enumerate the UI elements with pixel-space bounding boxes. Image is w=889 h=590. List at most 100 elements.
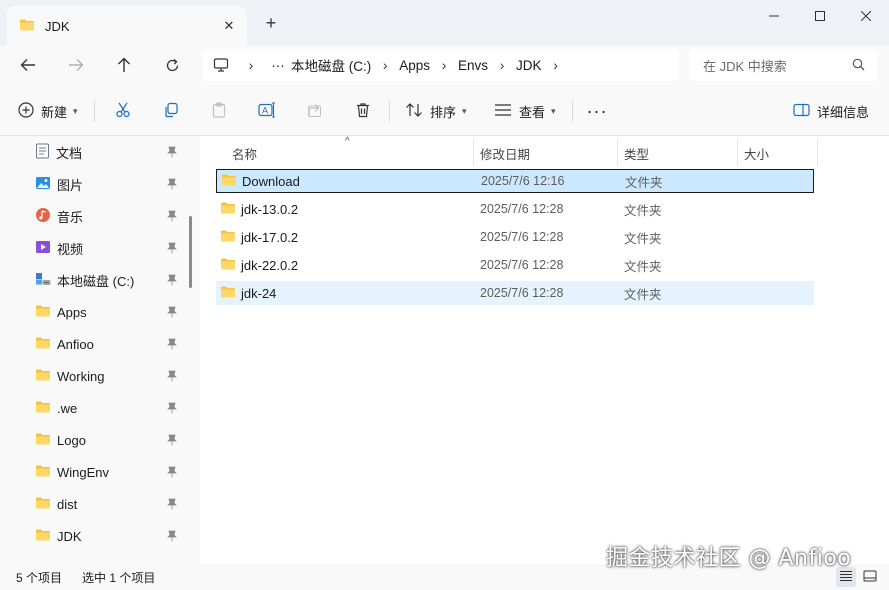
sort-button[interactable]: 排序 ▾ — [405, 98, 467, 124]
selection-count: 选中 1 个项目 — [82, 571, 156, 585]
chevron-down-icon: ▾ — [73, 105, 78, 116]
column-header-size[interactable]: 大小 — [744, 140, 769, 166]
plus-icon[interactable]: + — [260, 12, 282, 34]
folder-icon — [19, 18, 35, 35]
sidebar-item-logo[interactable]: Logo — [0, 424, 186, 456]
file-date: 2025/7/6 12:28 — [480, 230, 564, 244]
sidebar-scrollbar[interactable] — [189, 216, 192, 288]
table-row[interactable]: jdk-24 2025/7/6 12:28 文件夹 — [216, 281, 814, 305]
pictures-icon — [35, 176, 51, 193]
pin-icon — [167, 146, 177, 161]
navigation-bar: › ··· 本地磁盘 (C:) › Apps › Envs › JDK › 在 … — [0, 46, 889, 84]
paste-icon — [211, 101, 227, 121]
back-button[interactable] — [12, 49, 44, 81]
item-count: 5 个项目 — [16, 571, 63, 585]
pin-icon — [167, 178, 177, 193]
search-input[interactable]: 在 JDK 中搜索 — [689, 49, 877, 81]
sidebar-item-we[interactable]: .we — [0, 392, 186, 424]
view-button[interactable]: 查看 ▾ — [494, 98, 556, 124]
close-icon[interactable]: ✕ — [219, 16, 239, 36]
folder-icon — [35, 496, 51, 513]
chevron-right-icon[interactable]: › — [237, 57, 265, 73]
more-crumbs-button[interactable]: ··· — [265, 58, 291, 73]
new-label: 新建 — [41, 104, 68, 120]
chevron-right-icon[interactable]: › — [488, 57, 516, 73]
sidebar-item-anfioo[interactable]: Anfioo — [0, 328, 186, 360]
chevron-right-icon[interactable]: › — [542, 57, 570, 73]
forward-button[interactable] — [60, 49, 92, 81]
table-row[interactable]: jdk-13.0.2 2025/7/6 12:28 文件夹 — [216, 197, 814, 221]
column-header-name[interactable]: 名称 — [232, 140, 257, 166]
sidebar-item-music[interactable]: 音乐 — [0, 200, 186, 232]
refresh-button[interactable] — [156, 49, 188, 81]
column-header-type[interactable]: 类型 — [624, 140, 649, 166]
maximize-button[interactable] — [797, 0, 843, 32]
computer-icon[interactable] — [213, 58, 229, 72]
folder-icon — [221, 173, 237, 190]
sidebar-item-documents[interactable]: 文档 — [0, 136, 186, 168]
address-bar[interactable]: › ··· 本地磁盘 (C:) › Apps › Envs › JDK › — [203, 49, 679, 81]
search-icon — [852, 58, 865, 74]
rename-button[interactable]: A — [253, 98, 281, 124]
chevron-right-icon[interactable]: › — [430, 57, 458, 73]
column-divider[interactable] — [737, 140, 738, 166]
table-row[interactable]: jdk-22.0.2 2025/7/6 12:28 文件夹 — [216, 253, 814, 277]
minimize-button[interactable] — [751, 0, 797, 32]
file-type: 文件夹 — [624, 287, 662, 302]
navigation-pane: 文档 图片 音乐 视频 本地磁盘 (C:) Apps Anfioo Workin… — [0, 136, 200, 564]
toolbar-divider — [94, 100, 95, 122]
chevron-right-icon[interactable]: › — [371, 57, 399, 73]
cut-button[interactable] — [109, 98, 137, 124]
breadcrumb-jdk[interactable]: JDK — [516, 58, 542, 73]
file-name: jdk-13.0.2 — [241, 201, 299, 217]
share-button[interactable] — [301, 98, 329, 124]
sidebar-item-label: WingEnv — [57, 464, 110, 480]
details-pane-button[interactable]: 详细信息 — [793, 98, 869, 124]
file-type: 文件夹 — [624, 259, 662, 274]
delete-button[interactable] — [349, 98, 377, 124]
folder-icon — [220, 201, 236, 218]
breadcrumb-apps[interactable]: Apps — [399, 58, 430, 73]
file-date: 2025/7/6 12:28 — [480, 258, 564, 272]
sidebar-item-apps[interactable]: Apps — [0, 296, 186, 328]
table-row[interactable]: jdk-17.0.2 2025/7/6 12:28 文件夹 — [216, 225, 814, 249]
pin-icon — [167, 210, 177, 225]
sidebar-item-wingenv[interactable]: WingEnv — [0, 456, 186, 488]
share-icon — [307, 102, 323, 121]
rename-icon: A — [258, 102, 276, 121]
pin-icon — [167, 402, 177, 417]
window-close-button[interactable] — [843, 0, 889, 32]
up-button[interactable] — [108, 49, 140, 81]
copy-button[interactable] — [157, 98, 185, 124]
tiles-view-icon — [863, 570, 877, 585]
column-divider[interactable] — [817, 140, 818, 166]
music-icon — [35, 207, 51, 226]
command-bar: 新建 ▾ A 排序 ▾ 查看 ▾ ··· 详细信息 — [0, 84, 889, 136]
paste-button[interactable] — [205, 98, 233, 124]
sidebar-item-local-disk[interactable]: 本地磁盘 (C:) — [0, 264, 186, 296]
copy-icon — [163, 102, 179, 121]
more-options-button[interactable]: ··· — [583, 98, 611, 124]
tiles-view-button[interactable] — [860, 567, 880, 587]
breadcrumb-envs[interactable]: Envs — [458, 58, 488, 73]
column-header-date[interactable]: 修改日期 — [480, 140, 530, 166]
new-button[interactable]: 新建 ▾ — [18, 98, 78, 124]
column-divider[interactable] — [473, 140, 474, 166]
pin-icon — [167, 498, 177, 513]
table-row[interactable]: Download 2025/7/6 12:16 文件夹 — [216, 169, 814, 193]
folder-icon — [35, 528, 51, 545]
column-divider[interactable] — [617, 140, 618, 166]
sidebar-item-label: Logo — [57, 432, 86, 448]
sidebar-item-label: .we — [57, 400, 78, 416]
breadcrumb-drive[interactable]: 本地磁盘 (C:) — [291, 55, 371, 75]
sidebar-item-label: Working — [57, 368, 105, 384]
sidebar-item-jdk[interactable]: JDK — [0, 520, 186, 552]
sidebar-item-videos[interactable]: 视频 — [0, 232, 186, 264]
folder-icon — [220, 285, 236, 302]
tab-jdk[interactable]: JDK ✕ — [7, 6, 247, 46]
sidebar-item-dist[interactable]: dist — [0, 488, 186, 520]
sidebar-item-working[interactable]: Working — [0, 360, 186, 392]
pin-icon — [167, 242, 177, 257]
sidebar-item-pictures[interactable]: 图片 — [0, 168, 186, 200]
sidebar-item-label: dist — [57, 496, 78, 512]
